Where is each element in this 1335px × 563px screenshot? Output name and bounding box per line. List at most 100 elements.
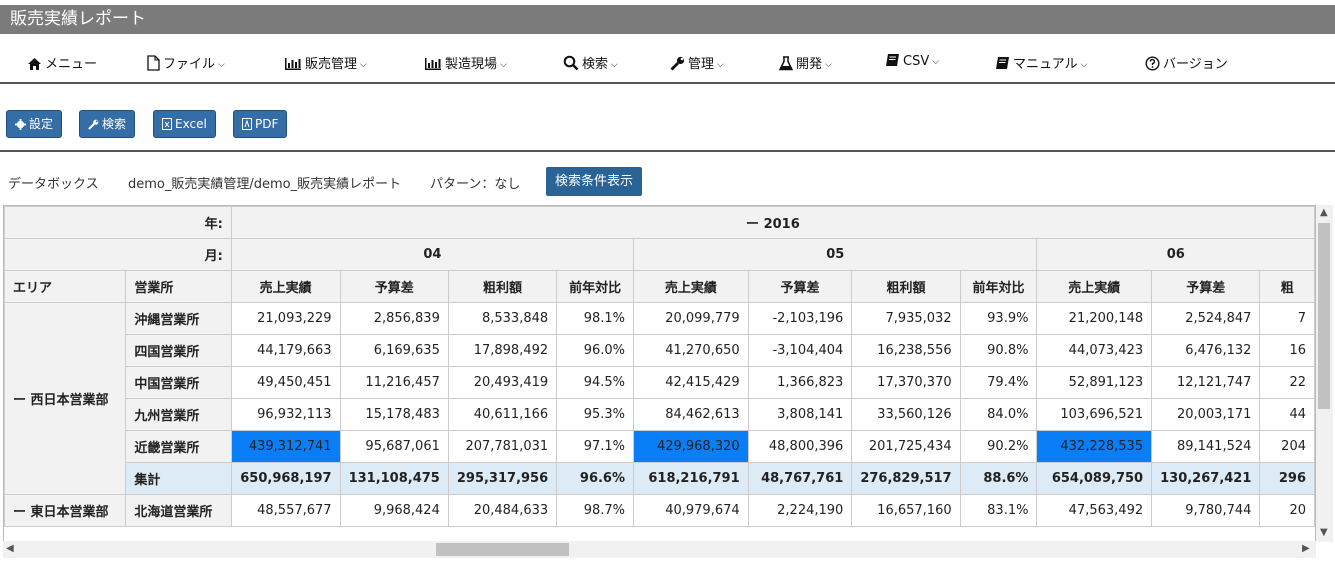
scroll-down-icon[interactable]: ▼	[1320, 527, 1328, 538]
year-row-label: 年:	[4, 206, 232, 239]
office-cell: 近畿営業所	[125, 430, 232, 463]
menu-item-label: 管理	[688, 57, 715, 72]
menu-item-label: CSV	[903, 54, 930, 69]
menu-item-2[interactable]: 販売管理 ⌵	[284, 53, 367, 72]
wrench-icon	[88, 119, 99, 130]
value-cell: 429,968,320	[633, 430, 749, 463]
value-cell: 97.1%	[556, 430, 635, 463]
value-cell: 295,317,956	[447, 462, 558, 495]
file-icon	[147, 55, 163, 72]
value-cell: 94.5%	[556, 366, 635, 399]
chevron-down-icon: ⌵	[360, 60, 367, 70]
value-cell: 95,687,061	[339, 430, 449, 463]
report-grid: 年: ー 2016 月: 04 05 06 エリア 営業所 売上実績 予算差 粗利額 前年対比 売上実績…	[3, 205, 1316, 542]
metric-column-header: 粗利額	[447, 270, 558, 303]
search-icon	[563, 55, 582, 72]
horizontal-scrollbar[interactable]: ◀ ▶	[3, 541, 1316, 558]
value-cell: 650,968,197	[230, 462, 341, 495]
value-cell: 2,524,847	[1151, 302, 1261, 335]
table-row: 四国営業所 44,179,663 6,169,635 17,898,492 96.0% 4…	[5, 334, 1315, 367]
menu-item-4[interactable]: 検索 ⌵	[563, 53, 618, 72]
value-cell: 33,560,126	[851, 398, 961, 431]
value-cell: 93.9%	[959, 302, 1038, 335]
value-cell: 16,657,160	[851, 494, 961, 527]
horizontal-scroll-thumb[interactable]	[436, 543, 569, 556]
value-cell: 9,968,424	[339, 494, 449, 527]
pdf-button-label: PDF	[255, 117, 279, 131]
value-cell: 2,224,190	[747, 494, 853, 527]
value-cell: 276,829,517	[851, 462, 961, 495]
metric-column-header: 粗	[1259, 270, 1315, 303]
office-cell: 中国営業所	[125, 366, 232, 399]
scroll-right-icon[interactable]: ▶	[1302, 543, 1310, 554]
pattern-label: パターン：なし	[430, 177, 521, 192]
value-cell: 44,073,423	[1036, 334, 1153, 367]
menu-item-9[interactable]: バージョン	[1145, 53, 1228, 72]
search-button-label: 検索	[102, 117, 127, 131]
value-cell: 296	[1259, 462, 1315, 495]
menu-item-7[interactable]: CSV ⌵	[885, 53, 939, 69]
value-cell: 44	[1259, 398, 1315, 431]
value-cell: 21,200,148	[1036, 302, 1153, 335]
value-cell: 207,781,031	[447, 430, 558, 463]
office-cell: 四国営業所	[125, 334, 232, 367]
vertical-scroll-thumb[interactable]	[1318, 223, 1330, 409]
value-cell: 96,932,113	[230, 398, 341, 431]
menu-item-3[interactable]: 製造現場 ⌵	[424, 53, 507, 72]
menu-item-0[interactable]: メニュー	[27, 53, 97, 72]
table-row: 近畿営業所 439,312,741 95,687,061 207,781,031 97.…	[5, 430, 1315, 463]
menu-item-label: 検索	[582, 57, 609, 72]
settings-button-label: 設定	[29, 117, 54, 131]
month-row-label: 月:	[4, 238, 232, 271]
table-row: 九州営業所 96,932,113 15,178,483 40,611,166 95.3%…	[5, 398, 1315, 431]
area-group-cell[interactable]: ー 西日本営業部	[4, 302, 127, 495]
app-title: 販売実績レポート	[10, 9, 146, 29]
value-cell: 6,476,132	[1151, 334, 1261, 367]
value-cell: 96.0%	[556, 334, 635, 367]
area-group-cell[interactable]: ー 東日本営業部	[4, 494, 127, 527]
value-cell: 1,366,823	[747, 366, 853, 399]
vertical-scrollbar[interactable]: ▲ ▼	[1316, 205, 1333, 542]
excel-button[interactable]: Excel	[153, 110, 216, 138]
value-cell: 44,179,663	[230, 334, 341, 367]
value-cell: 52,891,123	[1036, 366, 1153, 399]
pdf-button[interactable]: PDF	[233, 110, 288, 138]
chevron-down-icon: ⌵	[611, 60, 618, 70]
menu-item-label: メニュー	[45, 57, 98, 72]
value-cell: -3,104,404	[747, 334, 853, 367]
value-cell: 618,216,791	[633, 462, 749, 495]
show-conditions-button[interactable]: 検索条件表示	[546, 167, 643, 196]
value-cell: 15,178,483	[339, 398, 449, 431]
value-cell: 90.2%	[959, 430, 1038, 463]
value-cell: 47,563,492	[1036, 494, 1153, 527]
scroll-left-icon[interactable]: ◀	[6, 543, 14, 554]
value-cell: 90.8%	[959, 334, 1038, 367]
value-cell: 95.3%	[556, 398, 635, 431]
databox-path: demo_販売実績管理/demo_販売実績レポート	[128, 177, 402, 192]
value-cell: 12,121,747	[1151, 366, 1261, 399]
menu-item-5[interactable]: 管理 ⌵	[670, 53, 724, 72]
value-cell: 20,493,419	[447, 366, 558, 399]
value-cell: 16,238,556	[851, 334, 961, 367]
value-cell: 8,533,848	[447, 302, 558, 335]
table-row: ー 西日本営業部 沖縄営業所 21,093,229 2,856,839 8,533,84…	[4, 302, 1315, 495]
office-column-header: 営業所	[125, 270, 232, 303]
year-header-2016[interactable]: ー 2016	[230, 206, 1315, 239]
menu-item-6[interactable]: 開発 ⌵	[778, 53, 832, 72]
value-cell: 131,108,475	[339, 462, 449, 495]
month-header: 04	[230, 238, 635, 271]
main-menu-bar: メニュー ファイル ⌵ 販売管理 ⌵ 製造現場 ⌵ 検索 ⌵ 管理 ⌵ 開発 ⌵ CSV ⌵ マニュアル ⌵ バー…	[0, 44, 1335, 84]
home-icon	[27, 57, 45, 72]
value-cell: 48,800,396	[747, 430, 853, 463]
menu-item-label: 製造現場	[445, 57, 498, 72]
menu-item-1[interactable]: ファイル ⌵	[147, 53, 225, 72]
value-cell: 42,415,429	[633, 366, 749, 399]
menu-item-8[interactable]: マニュアル ⌵	[995, 53, 1087, 72]
value-cell: 98.7%	[556, 494, 635, 527]
settings-button[interactable]: 設定	[6, 110, 63, 138]
menu-item-label: ファイル	[163, 57, 216, 72]
value-cell: 439,312,741	[230, 430, 341, 463]
scroll-up-icon[interactable]: ▲	[1320, 207, 1328, 218]
chevron-down-icon: ⌵	[825, 60, 832, 70]
search-button[interactable]: 検索	[79, 110, 136, 138]
